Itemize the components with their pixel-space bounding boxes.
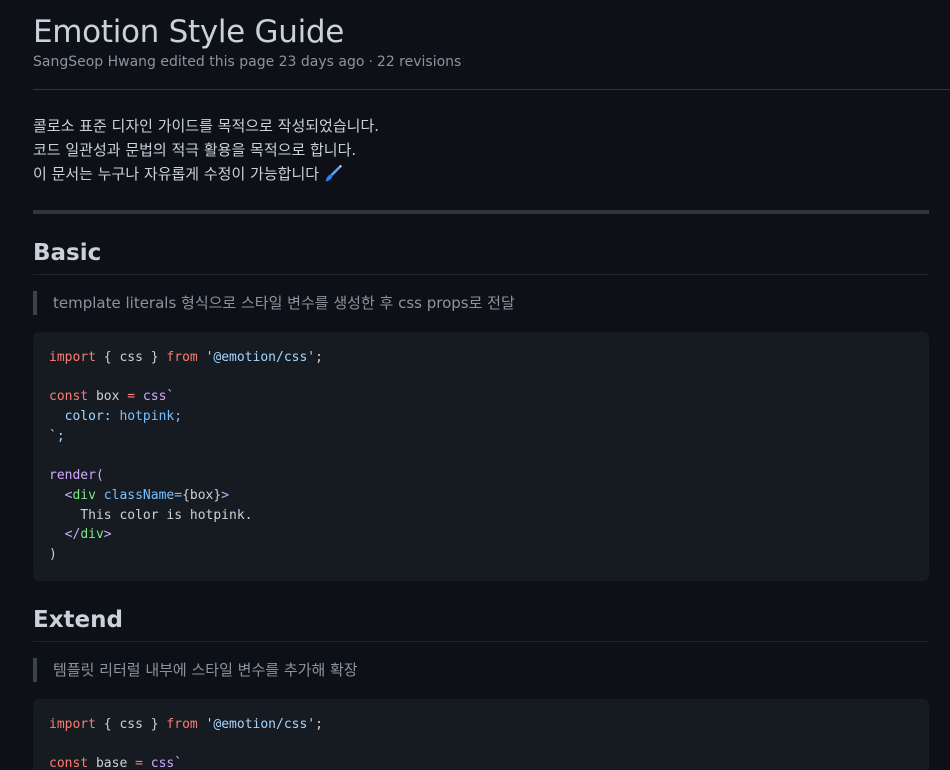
code-token: =	[135, 756, 143, 770]
code-token: hotpink;	[119, 409, 183, 425]
revisions-link[interactable]: 22 revisions	[377, 54, 461, 70]
code-token: =	[127, 389, 136, 405]
code-token: css	[135, 389, 167, 405]
page-title: Emotion Style Guide	[33, 14, 345, 50]
code-token: </	[64, 527, 81, 543]
intro-line-2: 코드 일관성과 문법의 적극 활용을 목적으로 합니다.	[33, 141, 357, 159]
code-token: render(	[49, 468, 104, 484]
intro-line-3: 이 문서는 누구나 자유롭게 수정이 가능합니다	[33, 165, 320, 183]
section-heading-extend: Extend	[33, 605, 929, 642]
code-token: >	[221, 487, 230, 503]
code-block-extend: import { css } from '@emotion/css'; cons…	[33, 699, 929, 770]
code-token: `	[174, 756, 183, 770]
code-token: >	[103, 527, 112, 543]
code-token: className=	[103, 487, 183, 503]
code-token: )	[49, 547, 57, 563]
section-divider	[33, 210, 929, 214]
intro-line-1: 콜로소 표준 디자인 가이드를 목적으로 작성되었습니다.	[33, 117, 380, 135]
meta-separator: ·	[368, 54, 373, 70]
blockquote-basic: template literals 형식으로 스타일 변수를 생성한 후 css…	[33, 291, 929, 315]
section-heading-basic: Basic	[33, 238, 929, 275]
code-block-basic: import { css } from '@emotion/css'; cons…	[33, 332, 929, 581]
intro-paragraph: 콜로소 표준 디자인 가이드를 목적으로 작성되었습니다. 코드 일관성과 문법…	[33, 114, 379, 186]
code-token: div	[72, 487, 96, 503]
code-token: color:	[49, 409, 120, 425]
paintbrush-icon	[325, 164, 343, 182]
wiki-content: Emotion Style Guide SangSeop Hwang edite…	[33, 0, 950, 770]
code-token: from	[166, 717, 198, 732]
code-token: ;	[315, 717, 323, 732]
code-token: { css }	[95, 717, 167, 732]
blockquote-extend: 템플릿 리터럴 내부에 스타일 변수를 추가해 확장	[33, 658, 929, 682]
code-token: {box}	[182, 487, 222, 503]
code-token: box	[88, 389, 128, 405]
code-token: css	[142, 756, 175, 770]
wiki-page: Emotion Style Guide SangSeop Hwang edite…	[0, 0, 950, 770]
code-token: { css }	[95, 350, 167, 365]
code-token: '@emotion/css'	[205, 717, 316, 732]
code-token: ;	[315, 350, 323, 365]
code-token: const	[49, 389, 89, 405]
page-meta: SangSeop Hwang edited this page 23 days …	[33, 51, 929, 73]
code-token: `;	[49, 428, 65, 444]
code-token: base	[88, 756, 136, 770]
section-basic: Basic template literals 형식으로 스타일 변수를 생성한…	[33, 238, 929, 581]
code-token: import	[49, 350, 96, 365]
intro-line-3-wrap: 이 문서는 누구나 자유롭게 수정이 가능합니다	[33, 162, 379, 186]
code-token: div	[80, 527, 104, 543]
code-token: import	[49, 717, 96, 732]
code-token: from	[166, 350, 198, 365]
header-divider	[33, 89, 950, 90]
section-extend: Extend 템플릿 리터럴 내부에 스타일 변수를 추가해 확장 import…	[33, 605, 929, 770]
code-token: const	[49, 756, 89, 770]
edited-text: edited this page 23 days ago	[160, 54, 365, 70]
code-token: '@emotion/css'	[205, 350, 316, 365]
code-token: This color is hotpink.	[49, 507, 253, 523]
author-link[interactable]: SangSeop Hwang	[33, 54, 156, 70]
code-token: `	[166, 389, 175, 405]
